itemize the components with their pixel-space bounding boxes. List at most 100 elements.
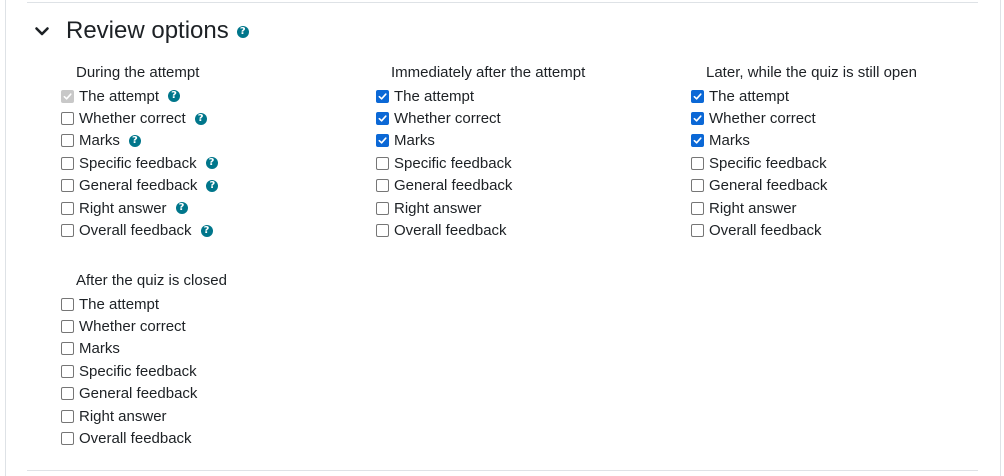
help-icon[interactable]: ? (236, 26, 249, 38)
review-option[interactable]: General feedback? (61, 175, 219, 197)
review-option-checkbox[interactable] (376, 224, 389, 238)
help-icon[interactable]: ? (194, 112, 207, 125)
review-option-label[interactable]: General feedback (79, 177, 197, 194)
review-option-label[interactable]: Marks (79, 132, 120, 149)
review-option-checkbox[interactable] (691, 134, 704, 148)
group-after-closed: After the quiz is closed The attempt Whet… (61, 271, 227, 450)
review-option-checkbox[interactable] (61, 432, 74, 446)
review-option-label[interactable]: Right answer (709, 200, 797, 217)
review-option-label[interactable]: Overall feedback (79, 430, 192, 447)
help-icon[interactable]: ? (175, 202, 188, 215)
help-icon[interactable]: ? (205, 157, 218, 170)
review-option-label[interactable]: Specific feedback (79, 363, 197, 380)
review-options-toggle[interactable]: Review options ? (34, 14, 249, 48)
review-option[interactable]: General feedback (376, 175, 585, 197)
review-option[interactable]: General feedback (61, 383, 227, 405)
review-option[interactable]: Right answer (376, 197, 585, 219)
review-option-label[interactable]: Whether correct (79, 318, 186, 335)
help-icon[interactable]: ? (200, 224, 213, 237)
review-option-checkbox[interactable] (61, 409, 74, 423)
review-option[interactable]: Right answer (691, 197, 917, 219)
group-immediately-after: Immediately after the attempt The attemp… (376, 63, 585, 242)
review-option-checkbox[interactable] (376, 156, 389, 170)
group-title: During the attempt (76, 64, 200, 81)
review-option-label[interactable]: Overall feedback (79, 222, 192, 239)
review-option[interactable]: The attempt (376, 85, 585, 107)
review-option-label[interactable]: Whether correct (709, 110, 816, 127)
help-icon[interactable]: ? (206, 179, 219, 192)
review-option-checkbox[interactable] (691, 224, 704, 238)
review-option-checkbox[interactable] (61, 201, 74, 215)
review-option[interactable]: Marks (376, 130, 585, 152)
review-option[interactable]: Specific feedback (376, 152, 585, 174)
review-option-label[interactable]: The attempt (394, 88, 474, 105)
review-option[interactable]: Marks? (61, 130, 218, 152)
group-title: After the quiz is closed (76, 272, 227, 289)
review-option[interactable]: Specific feedback (61, 360, 227, 382)
review-option-label[interactable]: General feedback (79, 385, 197, 402)
section-divider-bottom (27, 470, 978, 471)
review-option-checkbox[interactable] (61, 179, 74, 193)
review-option-checkbox[interactable] (376, 179, 389, 193)
review-option-checkbox[interactable] (376, 201, 389, 215)
review-option-label[interactable]: Right answer (79, 200, 167, 217)
review-option-label[interactable]: The attempt (79, 88, 159, 105)
review-option-label[interactable]: Specific feedback (79, 155, 197, 172)
review-option-checkbox (61, 89, 74, 103)
review-option-checkbox[interactable] (61, 297, 74, 311)
review-option-checkbox[interactable] (691, 156, 704, 170)
review-option[interactable]: Overall feedback (376, 219, 585, 241)
review-option-checkbox[interactable] (61, 156, 74, 170)
review-option-checkbox[interactable] (61, 342, 74, 356)
review-option[interactable]: Specific feedback? (61, 152, 218, 174)
review-option[interactable]: Marks (61, 338, 227, 360)
review-option-label[interactable]: General feedback (394, 177, 512, 194)
review-option[interactable]: Overall feedback (691, 219, 917, 241)
review-option[interactable]: Whether correct (376, 107, 585, 129)
review-option[interactable]: Marks (691, 130, 917, 152)
review-option[interactable]: Right answer (61, 405, 227, 427)
review-option-label[interactable]: Marks (394, 132, 435, 149)
review-option-checkbox[interactable] (61, 364, 74, 378)
review-option[interactable]: Overall feedback (61, 427, 227, 449)
review-option-label[interactable]: The attempt (79, 296, 159, 313)
review-option[interactable]: Whether correct (691, 107, 917, 129)
review-option-checkbox[interactable] (691, 201, 704, 215)
review-option[interactable]: The attempt? (61, 85, 218, 107)
review-option-label[interactable]: Specific feedback (394, 155, 512, 172)
review-option-checkbox[interactable] (61, 134, 74, 148)
review-option-label[interactable]: The attempt (709, 88, 789, 105)
review-option-checkbox[interactable] (376, 112, 389, 126)
review-option-checkbox[interactable] (691, 112, 704, 126)
review-option-label[interactable]: Whether correct (394, 110, 501, 127)
section-divider-top (27, 2, 978, 3)
review-option[interactable]: Overall feedback? (61, 219, 218, 241)
review-option-checkbox[interactable] (691, 89, 704, 103)
help-icon[interactable]: ? (128, 134, 141, 147)
review-option[interactable]: Specific feedback (691, 152, 917, 174)
review-option-checkbox[interactable] (691, 179, 704, 193)
review-option[interactable]: General feedback (691, 175, 917, 197)
review-option[interactable]: The attempt (691, 85, 917, 107)
review-option[interactable]: The attempt (61, 293, 227, 315)
review-option-checkbox[interactable] (61, 224, 74, 238)
chevron-down-icon[interactable] (34, 22, 52, 40)
review-option-label[interactable]: Overall feedback (709, 222, 822, 239)
review-option-checkbox[interactable] (376, 89, 389, 103)
review-option-checkbox[interactable] (61, 320, 74, 334)
review-option-label[interactable]: General feedback (709, 177, 827, 194)
review-option-checkbox[interactable] (376, 134, 389, 148)
review-option-label[interactable]: Overall feedback (394, 222, 507, 239)
review-option[interactable]: Right answer? (61, 197, 218, 219)
review-option-label[interactable]: Right answer (79, 408, 167, 425)
review-option-label[interactable]: Marks (709, 132, 750, 149)
help-icon[interactable]: ? (168, 90, 181, 103)
review-option-checkbox[interactable] (61, 387, 74, 401)
review-option-label[interactable]: Right answer (394, 200, 482, 217)
review-option-label[interactable]: Marks (79, 340, 120, 357)
review-option[interactable]: Whether correct (61, 315, 227, 337)
review-option[interactable]: Whether correct? (61, 107, 218, 129)
review-option-checkbox[interactable] (61, 112, 74, 126)
review-option-label[interactable]: Whether correct (79, 110, 186, 127)
review-option-label[interactable]: Specific feedback (709, 155, 827, 172)
